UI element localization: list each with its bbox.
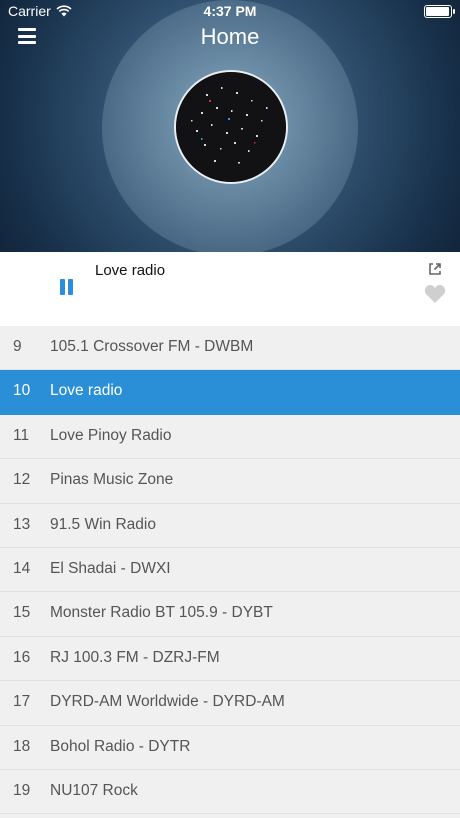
hero-header: Carrier 4:37 PM Home bbox=[0, 0, 460, 252]
station-name: DYRD-AM Worldwide - DYRD-AM bbox=[50, 693, 285, 711]
now-playing-bar: Love radio bbox=[0, 252, 460, 326]
station-row[interactable]: 18 Bohol Radio - DYTR bbox=[0, 725, 460, 770]
battery-icon bbox=[424, 5, 455, 18]
station-number: 14 bbox=[13, 559, 31, 577]
station-row[interactable]: 19 NU107 Rock bbox=[0, 769, 460, 815]
station-cover-art bbox=[174, 70, 288, 184]
now-playing-title: Love radio bbox=[95, 262, 166, 279]
station-row[interactable]: 16 RJ 100.3 FM - DZRJ-FM bbox=[0, 636, 460, 682]
station-name: Bohol Radio - DYTR bbox=[50, 737, 191, 755]
station-list: 9 105.1 Crossover FM - DWBM 10 Love radio 11… bbox=[0, 326, 460, 815]
station-number: 18 bbox=[13, 737, 31, 755]
station-number: 11 bbox=[13, 426, 30, 444]
station-row[interactable]: 15 Monster Radio BT 105.9 - DYBT bbox=[0, 592, 460, 637]
station-name: RJ 100.3 FM - DZRJ-FM bbox=[50, 648, 220, 666]
station-name: Love Pinoy Radio bbox=[50, 426, 172, 444]
station-number: 16 bbox=[13, 648, 31, 666]
station-row[interactable]: 13 91.5 Win Radio bbox=[0, 503, 460, 548]
station-name: 91.5 Win Radio bbox=[50, 515, 156, 533]
station-number: 19 bbox=[13, 781, 31, 799]
station-name: Monster Radio BT 105.9 - DYBT bbox=[50, 604, 273, 622]
station-row[interactable]: 11 Love Pinoy Radio bbox=[0, 414, 460, 460]
station-name: El Shadai - DWXI bbox=[50, 559, 171, 577]
station-row[interactable]: 10 Love radio bbox=[0, 370, 460, 415]
station-number: 13 bbox=[13, 515, 31, 533]
station-number: 10 bbox=[13, 382, 31, 400]
station-number: 12 bbox=[13, 471, 31, 489]
pause-button[interactable] bbox=[57, 279, 75, 297]
share-icon[interactable] bbox=[427, 261, 443, 277]
station-row[interactable]: 14 El Shadai - DWXI bbox=[0, 547, 460, 593]
status-bar: Carrier 4:37 PM bbox=[0, 0, 460, 22]
station-number: 15 bbox=[13, 604, 31, 622]
station-row[interactable]: 9 105.1 Crossover FM - DWBM bbox=[0, 326, 460, 371]
station-row[interactable]: 12 Pinas Music Zone bbox=[0, 459, 460, 504]
station-name: NU107 Rock bbox=[50, 781, 138, 799]
station-name: Pinas Music Zone bbox=[50, 471, 174, 489]
station-name: Love radio bbox=[50, 382, 123, 400]
status-time: 4:37 PM bbox=[203, 3, 257, 19]
station-row[interactable]: 17 DYRD-AM Worldwide - DYRD-AM bbox=[0, 681, 460, 726]
station-name: 105.1 Crossover FM - DWBM bbox=[50, 338, 254, 355]
station-number: 9 bbox=[13, 338, 22, 355]
favorite-heart-icon[interactable] bbox=[424, 284, 446, 304]
station-number: 17 bbox=[13, 693, 31, 711]
page-title: Home bbox=[200, 24, 260, 49]
